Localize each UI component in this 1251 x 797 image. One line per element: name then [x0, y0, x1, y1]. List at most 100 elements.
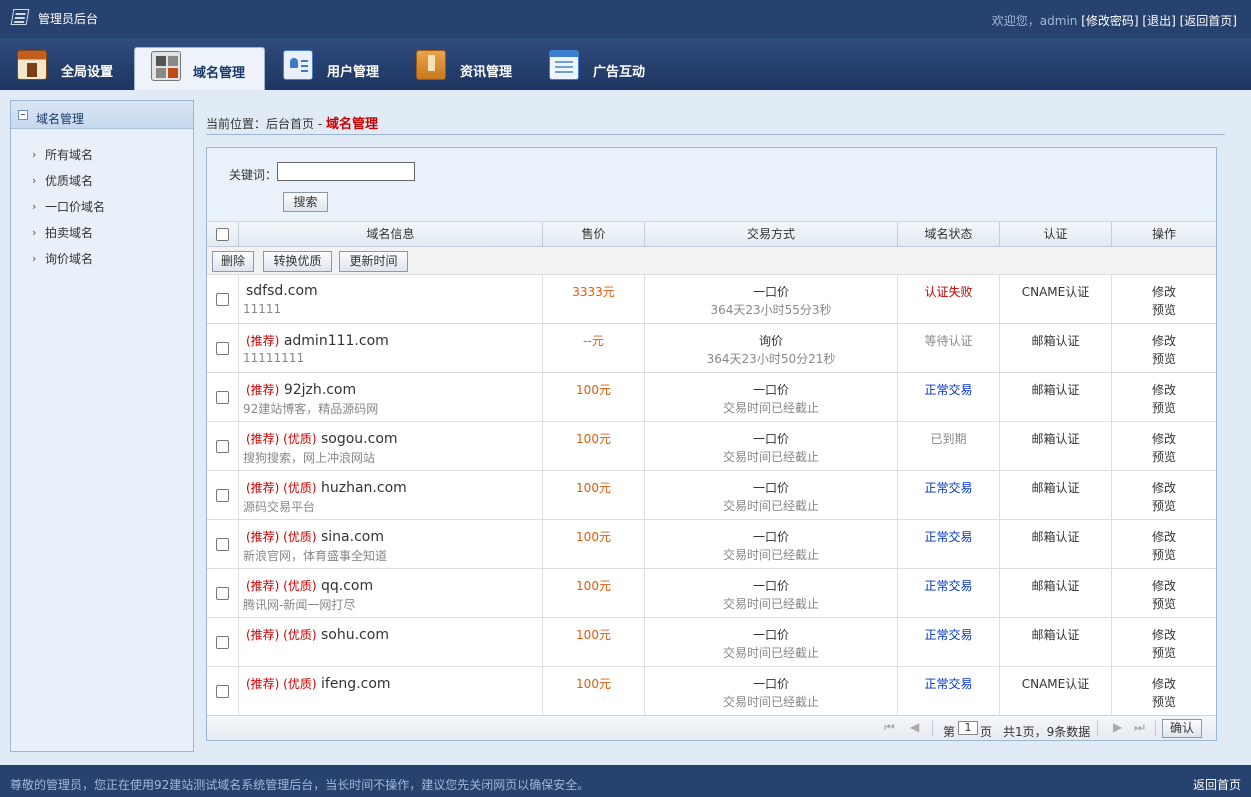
preview-link[interactable]: 预览: [1112, 301, 1216, 318]
last-page-icon[interactable]: ⏭: [1134, 720, 1145, 735]
preview-link[interactable]: 预览: [1112, 448, 1216, 465]
row-checkbox[interactable]: [216, 636, 229, 649]
trade-type-cell: 一口价 交易时间已经截止: [644, 667, 897, 715]
footer-return-home-link[interactable]: 返回首页: [1193, 776, 1241, 793]
preview-link[interactable]: 预览: [1112, 350, 1216, 367]
operations-cell: 修改 预览: [1111, 569, 1216, 617]
tab-domain-manage[interactable]: 域名管理: [134, 47, 265, 90]
row-checkbox[interactable]: [216, 685, 229, 698]
main-nav: 全局设置 域名管理 用户管理 资讯管理 广告互动: [0, 38, 1251, 90]
domain-title: (推荐) (优质) qq.com: [246, 577, 373, 594]
row-checkbox[interactable]: [216, 587, 229, 600]
price-cell: 100元: [542, 471, 644, 519]
return-home-link[interactable]: [返回首页]: [1180, 14, 1237, 28]
domain-price: 100元: [576, 628, 611, 642]
update-time-button[interactable]: 更新时间: [339, 251, 408, 272]
tab-global-settings[interactable]: 全局设置: [17, 47, 137, 90]
domain-description: 11111111: [243, 351, 305, 365]
page-number-input[interactable]: 1: [958, 721, 978, 735]
row-checkbox[interactable]: [216, 293, 229, 306]
page-confirm-button[interactable]: 确认: [1162, 719, 1202, 738]
next-page-icon[interactable]: ▶: [1113, 720, 1122, 734]
status-cell: 已到期: [897, 422, 999, 470]
domain-name: 92jzh.com: [283, 382, 357, 398]
sidebar-item-label: 优质域名: [45, 174, 94, 188]
row-select-cell: [207, 471, 238, 519]
sidebar-item-premium-domains[interactable]: › 优质域名: [11, 172, 193, 198]
first-page-icon[interactable]: ⏮: [884, 720, 895, 735]
sidebar-header[interactable]: 域名管理: [11, 101, 193, 129]
preview-link[interactable]: 预览: [1112, 644, 1216, 661]
ad-interact-icon: [549, 50, 579, 80]
table-row: (推荐) (优质) qq.com 腾讯网-新闻一网打尽 100元 一口价 交易时间已经截…: [207, 569, 1216, 618]
edit-link[interactable]: 修改: [1112, 626, 1216, 643]
sidebar-item-auction-domains[interactable]: › 拍卖域名: [11, 224, 193, 250]
row-checkbox[interactable]: [216, 391, 229, 404]
sidebar-title: 域名管理: [36, 112, 85, 126]
preview-link[interactable]: 预览: [1112, 497, 1216, 514]
edit-link[interactable]: 修改: [1112, 577, 1216, 594]
breadcrumb-separator: -: [314, 117, 326, 131]
trade-time-remaining: 交易时间已经截止: [722, 695, 819, 709]
keyword-label: 关键词：: [229, 168, 278, 182]
delete-button[interactable]: 删除: [212, 251, 254, 272]
row-checkbox[interactable]: [216, 538, 229, 551]
edit-link[interactable]: 修改: [1112, 430, 1216, 447]
row-checkbox[interactable]: [216, 489, 229, 502]
edit-link[interactable]: 修改: [1112, 283, 1216, 300]
price-cell: 3333元: [542, 275, 644, 323]
sidebar-item-label: 询价域名: [45, 252, 94, 266]
row-checkbox[interactable]: [216, 440, 229, 453]
operations-cell: 修改 预览: [1111, 618, 1216, 666]
certification-type: 邮箱认证: [1031, 383, 1080, 397]
edit-link[interactable]: 修改: [1112, 528, 1216, 545]
row-select-cell: [207, 275, 238, 323]
certification-type: 邮箱认证: [1031, 628, 1080, 642]
trade-time-remaining: 交易时间已经截止: [722, 646, 819, 660]
global-settings-icon: [17, 50, 47, 80]
trade-time-remaining: 364天23小时50分21秒: [706, 352, 836, 366]
domain-tags: (推荐): [246, 383, 280, 397]
breadcrumb-home-link[interactable]: 后台首页: [266, 117, 314, 131]
domain-status: 等待认证: [924, 334, 973, 348]
preview-link[interactable]: 预览: [1112, 399, 1216, 416]
domain-info-cell: (推荐) (优质) sina.com 新浪官网，体育盛事全知道: [238, 520, 542, 568]
domain-title: (推荐) (优质) huzhan.com: [246, 479, 407, 496]
edit-link[interactable]: 修改: [1112, 479, 1216, 496]
domain-info-cell: (推荐) (优质) ifeng.com: [238, 667, 542, 715]
sidebar-item-all-domains[interactable]: › 所有域名: [11, 146, 193, 172]
domain-tags: (推荐) (优质): [246, 579, 317, 593]
sidebar-item-inquiry-domains[interactable]: › 询价域名: [11, 250, 193, 276]
row-checkbox[interactable]: [216, 342, 229, 355]
preview-link[interactable]: 预览: [1112, 693, 1216, 710]
logout-link[interactable]: [退出]: [1142, 14, 1175, 28]
select-all-checkbox[interactable]: [216, 228, 229, 241]
preview-link[interactable]: 预览: [1112, 595, 1216, 612]
header-operations: 操作: [1111, 222, 1216, 246]
row-select-cell: [207, 422, 238, 470]
domain-price: 100元: [576, 579, 611, 593]
certification-type: CNAME认证: [1021, 285, 1090, 299]
edit-link[interactable]: 修改: [1112, 675, 1216, 692]
preview-link[interactable]: 预览: [1112, 546, 1216, 563]
trade-type: 一口价: [752, 481, 789, 495]
edit-link[interactable]: 修改: [1112, 381, 1216, 398]
domain-description: 源码交易平台: [243, 500, 316, 514]
trade-type-cell: 一口价 交易时间已经截止: [644, 422, 897, 470]
operations-cell: 修改 预览: [1111, 422, 1216, 470]
status-cell: 正常交易: [897, 373, 999, 421]
tab-ad-interact[interactable]: 广告互动: [549, 47, 669, 90]
header-price: 售价: [542, 222, 644, 246]
search-button[interactable]: 搜索: [283, 192, 328, 212]
edit-link[interactable]: 修改: [1112, 332, 1216, 349]
prev-page-icon[interactable]: ◀: [910, 720, 919, 734]
tab-user-manage[interactable]: 用户管理: [283, 47, 403, 90]
domain-tags: (推荐) (优质): [246, 628, 317, 642]
convert-premium-button[interactable]: 转换优质: [263, 251, 332, 272]
collapse-icon[interactable]: [18, 110, 28, 120]
keyword-input[interactable]: [277, 162, 415, 181]
domain-price: 100元: [576, 432, 611, 446]
sidebar-item-fixed-price-domains[interactable]: › 一口价域名: [11, 198, 193, 224]
tab-news-manage[interactable]: 资讯管理: [416, 47, 536, 90]
change-password-link[interactable]: [修改密码]: [1081, 14, 1138, 28]
